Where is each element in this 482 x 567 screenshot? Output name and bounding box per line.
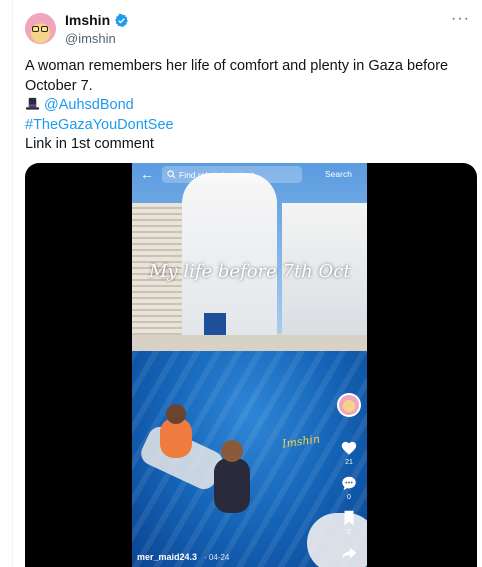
author-avatar[interactable] <box>25 13 56 44</box>
verified-badge-icon <box>115 13 128 27</box>
heart-icon <box>341 441 357 455</box>
video-action-rail: 21 0 2 <box>335 393 363 562</box>
comment-icon <box>342 476 356 491</box>
video-overlay-text: My life before 7th Oct <box>149 261 351 282</box>
bookmark-count: 2 <box>347 529 351 536</box>
more-options-icon[interactable]: ··· <box>451 10 470 28</box>
top-hat-icon <box>25 97 40 110</box>
hashtag-link[interactable]: #TheGazaYouDontSee <box>25 116 465 136</box>
mention-link[interactable]: @AuhsdBond <box>44 97 134 113</box>
tweet-text-line: October 7. <box>25 77 93 94</box>
tweet-text-line: A woman remembers her life of comfort an… <box>25 58 449 74</box>
video-search-bar: Find related content <box>162 166 302 183</box>
author-handle[interactable]: @imshin <box>65 31 116 46</box>
video-topbar: ← Find related content Search <box>132 163 367 187</box>
video-player[interactable]: ← Find related content Search My life be… <box>25 163 477 567</box>
back-arrow-icon: ← <box>140 166 154 182</box>
video-search-button: Search <box>325 169 352 179</box>
video-frame: ← Find related content Search My life be… <box>132 163 367 567</box>
video-date: · 04-24 <box>204 553 230 562</box>
video-search-placeholder: Find related content <box>179 169 255 180</box>
like-count: 21 <box>345 459 353 466</box>
tweet-text: A woman remembers her life of comfort an… <box>25 57 465 155</box>
creator-avatar <box>337 393 361 417</box>
comment-count: 0 <box>347 494 351 501</box>
share-icon <box>341 547 357 560</box>
tweet-card: Imshin @imshin ··· A woman remembers her… <box>12 0 482 567</box>
video-username: mer_maid24.3 <box>137 552 198 562</box>
search-icon <box>167 170 176 179</box>
tweet-text-line: Link in 1st comment <box>25 136 154 152</box>
author-name[interactable]: Imshin <box>65 12 110 28</box>
bookmark-icon <box>344 510 354 526</box>
author-name-row: Imshin <box>65 12 129 28</box>
